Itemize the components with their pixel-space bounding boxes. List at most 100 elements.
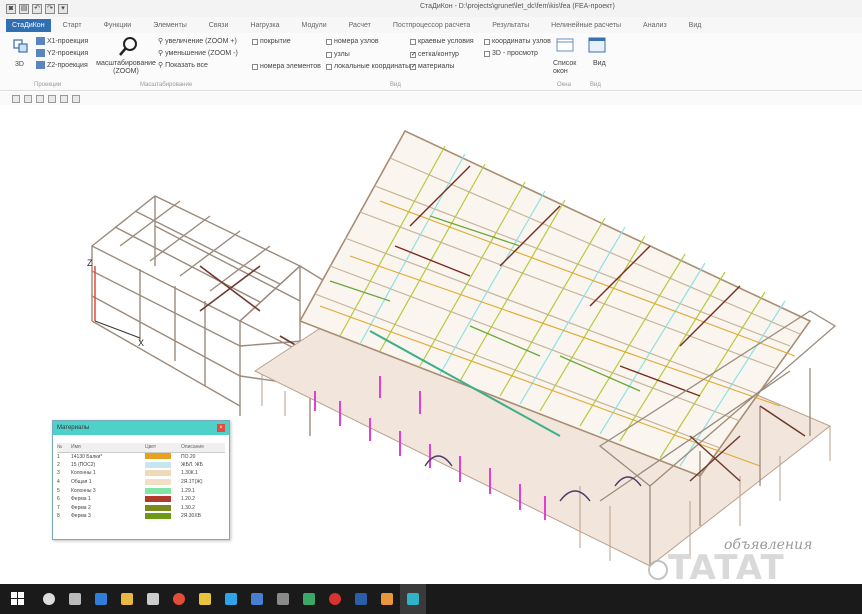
checkbox-box[interactable]	[252, 38, 258, 45]
menu-view[interactable]: Вид	[689, 22, 702, 29]
material-color-swatch[interactable]	[145, 470, 171, 477]
taskbar-stadikon-button[interactable]	[400, 584, 426, 614]
node-coords-checkbox[interactable]: координаты узлов	[484, 38, 551, 45]
app-menu-tab[interactable]: СтаДиКон	[6, 18, 51, 32]
materials-checkbox[interactable]: ✓ материалы	[410, 63, 454, 70]
top-view-icon[interactable]	[72, 94, 80, 103]
material-row[interactable]: 1 14130 Балки* ПО.20	[57, 452, 225, 461]
menu-nonlinear[interactable]: Нелинейные расчеты	[551, 22, 621, 29]
view-icon[interactable]	[588, 36, 608, 54]
zoom-button-label[interactable]: масштабирование (ZOOM)	[94, 60, 158, 76]
menu-links[interactable]: Связи	[209, 22, 229, 29]
taskbar-app-paint-button[interactable]	[374, 584, 400, 614]
material-color-swatch[interactable]	[145, 487, 171, 494]
taskbar-task-view-button[interactable]	[62, 584, 88, 614]
checkbox-box[interactable]	[410, 38, 416, 45]
menu-analysis[interactable]: Анализ	[643, 22, 667, 29]
checkbox-box[interactable]	[252, 63, 258, 70]
zoom-out-button[interactable]: ⚲ уменьшение (ZOOM -)	[158, 49, 238, 58]
column-header-description[interactable]: Описание	[181, 443, 225, 453]
app-icon[interactable]: ◙	[6, 3, 16, 14]
zoom-in-button[interactable]: ⚲ увеличение (ZOOM +)	[158, 37, 237, 46]
grid-contour-checkbox[interactable]: ✓ сетка/контур	[410, 51, 459, 58]
boundary-conditions-checkbox[interactable]: краевые условия	[410, 38, 474, 45]
material-row[interactable]: 3 Колонны 1 1.30К.1	[57, 469, 225, 478]
taskbar-explorer-button[interactable]	[114, 584, 140, 614]
element-numbers-checkbox[interactable]: номера элементов	[252, 63, 321, 70]
checkbox-box[interactable]	[484, 50, 490, 57]
checkbox-box[interactable]	[326, 38, 332, 45]
material-row[interactable]: 7 Ферма 2 1.30.2	[57, 504, 225, 513]
checkbox-box[interactable]	[484, 38, 490, 45]
taskbar-store-button[interactable]	[140, 584, 166, 614]
menu-start[interactable]: Старт	[63, 22, 82, 29]
windows-logo-icon	[11, 592, 24, 605]
redo-icon[interactable]: ↷	[45, 3, 55, 14]
home-view-icon[interactable]	[12, 94, 20, 103]
covering-checkbox[interactable]: покрытие	[252, 38, 291, 45]
taskbar-app-green-button[interactable]	[296, 584, 322, 614]
material-row[interactable]: 4 Общая 1 2Я.1Т(Ж)	[57, 478, 225, 487]
zoom-magnifier-icon[interactable]	[118, 36, 138, 58]
taskbar-chrome-button[interactable]	[166, 584, 192, 614]
side-view-icon[interactable]	[60, 94, 68, 103]
show-all-button[interactable]: ⚲ Показать все	[158, 61, 208, 70]
menu-results[interactable]: Результаты	[492, 22, 529, 29]
material-color-swatch[interactable]	[145, 513, 171, 520]
3d-projection-button[interactable]: 3D	[15, 61, 24, 68]
taskbar-app-gray-button[interactable]	[270, 584, 296, 614]
customize-icon[interactable]: ▾	[58, 3, 68, 14]
checkbox-box[interactable]: ✓	[410, 63, 416, 70]
checkbox-box[interactable]	[326, 51, 332, 58]
undo-icon[interactable]: ↶	[32, 3, 42, 14]
nodes-checkbox[interactable]: узлы	[326, 51, 350, 58]
rotate-icon[interactable]	[24, 94, 32, 103]
menu-calc[interactable]: Расчет	[349, 22, 371, 29]
view-button[interactable]: Вид	[593, 60, 606, 67]
menu-functions[interactable]: Функции	[104, 22, 132, 29]
checkbox-box[interactable]: ✓	[410, 51, 416, 58]
taskbar-skype-button[interactable]	[218, 584, 244, 614]
taskbar-edge-button[interactable]	[88, 584, 114, 614]
taskbar-search-button[interactable]	[36, 584, 62, 614]
taskbar-app-word-button[interactable]	[348, 584, 374, 614]
material-row[interactable]: 6 Ферма 1 1.20.2	[57, 495, 225, 504]
taskbar-opera-button[interactable]	[322, 584, 348, 614]
local-coords-checkbox[interactable]: локальные координаты	[326, 63, 410, 70]
3d-view-checkbox[interactable]: 3D - просмотр	[484, 50, 538, 57]
material-row[interactable]: 5 Колонны 3 1.29.1	[57, 486, 225, 495]
menu-loads[interactable]: Нагрузка	[250, 22, 279, 29]
column-header-name[interactable]: Имя	[71, 443, 145, 453]
windows-start-button[interactable]	[0, 584, 36, 614]
window-list-button[interactable]: Список окон	[553, 60, 579, 76]
material-color-swatch[interactable]	[145, 478, 171, 485]
menu-modules[interactable]: Модули	[302, 22, 327, 29]
front-view-icon[interactable]	[48, 94, 56, 103]
material-color-swatch[interactable]	[145, 453, 171, 460]
menu-elements[interactable]: Элементы	[153, 22, 187, 29]
checkbox-box[interactable]	[326, 63, 332, 70]
save-icon[interactable]: ▤	[19, 3, 29, 14]
materials-panel-header[interactable]: Материалы ×	[53, 421, 229, 435]
material-color-swatch[interactable]	[145, 461, 171, 468]
material-name: Ферма 2	[71, 504, 91, 511]
taskbar-app-yellow-button[interactable]	[192, 584, 218, 614]
materials-panel[interactable]: Материалы × № Имя Цвет Описание 1 14130 Б…	[52, 420, 230, 540]
material-color-swatch[interactable]	[145, 504, 171, 511]
material-row[interactable]: 2 15 (ПОС2) ЖБЛ. ЖБ	[57, 461, 225, 470]
taskbar-app-blue-button[interactable]	[244, 584, 270, 614]
node-numbers-checkbox[interactable]: номера узлов	[326, 38, 379, 45]
close-icon[interactable]: ×	[217, 424, 225, 432]
z2-projection-label: Z2-проекция	[47, 61, 88, 69]
column-header-number[interactable]: №	[57, 443, 71, 453]
y2-projection-button[interactable]: Y2-проекция	[36, 49, 88, 57]
z2-projection-button[interactable]: Z2-проекция	[36, 61, 88, 69]
material-row[interactable]: 8 Ферма 3 2Я.30ХВ	[57, 512, 225, 521]
menu-postprocessor[interactable]: Постпроцессор расчета	[393, 22, 470, 29]
projection-cube-icon[interactable]	[12, 38, 32, 56]
fit-icon[interactable]	[36, 94, 44, 103]
column-header-color[interactable]: Цвет	[145, 443, 181, 453]
material-color-swatch[interactable]	[145, 496, 171, 503]
window-list-icon[interactable]	[556, 37, 576, 53]
x1-projection-button[interactable]: X1-проекция	[36, 37, 88, 45]
